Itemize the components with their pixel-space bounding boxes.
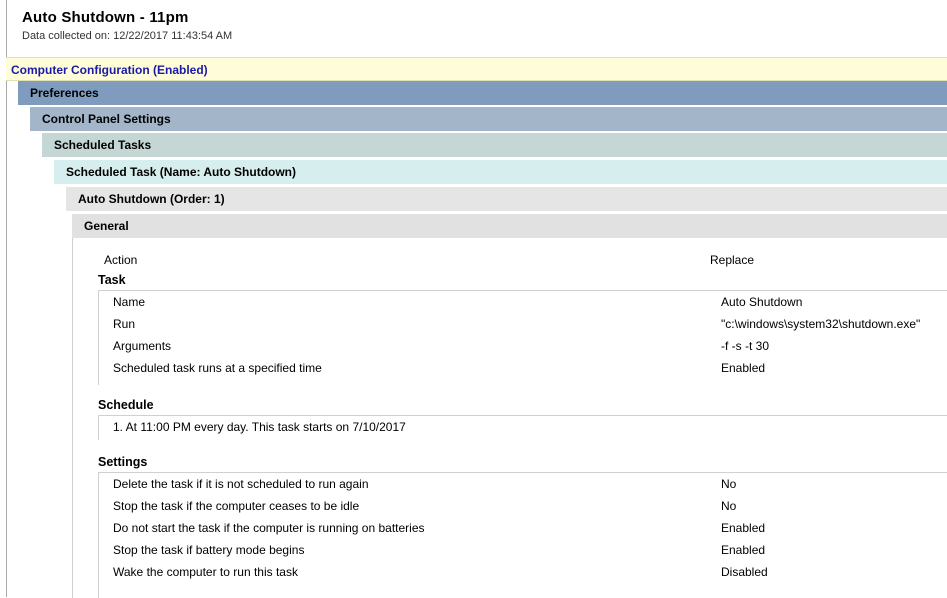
row-value: No — [721, 499, 737, 513]
row-value: "c:\windows\system32\shutdown.exe" — [721, 317, 921, 331]
task-table: Name Auto Shutdown Run "c:\windows\syste… — [98, 290, 947, 385]
row-value: Auto Shutdown — [721, 295, 803, 309]
settings-heading: Settings — [98, 455, 148, 469]
table-row: Stop the task if battery mode begins Ena… — [99, 539, 947, 561]
row-value: Enabled — [721, 361, 766, 375]
left-border — [6, 0, 7, 597]
row-label: Do not start the task if the computer is… — [113, 521, 425, 535]
row-label: Run — [113, 317, 136, 331]
table-row: Wake the computer to run this task Disab… — [99, 561, 947, 583]
row-label: Wake the computer to run this task — [113, 565, 298, 579]
row-label: Delete the task if it is not scheduled t… — [113, 477, 369, 491]
row-label: Stop the task if battery mode begins — [113, 543, 305, 557]
auto-shutdown-order-header[interactable]: Auto Shutdown (Order: 1) — [66, 187, 947, 211]
row-value: Enabled — [721, 543, 766, 557]
task-heading: Task — [98, 273, 126, 287]
schedule-heading: Schedule — [98, 398, 154, 412]
table-row: Stop the task if the computer ceases to … — [99, 495, 947, 517]
row-value: No — [721, 477, 737, 491]
general-header[interactable]: General — [72, 214, 947, 238]
table-row: Name Auto Shutdown — [99, 291, 947, 313]
scheduled-tasks-header[interactable]: Scheduled Tasks — [42, 133, 947, 157]
row-value: Disabled — [721, 565, 768, 579]
preferences-header[interactable]: Preferences — [18, 81, 947, 105]
report-title: Auto Shutdown - 11pm — [22, 9, 189, 26]
row-label: Scheduled task runs at a specified time — [113, 361, 322, 375]
table-row: 1. At 11:00 PM every day. This task star… — [99, 416, 947, 438]
table-row: Delete the task if it is not scheduled t… — [99, 473, 947, 495]
row-label: Name — [113, 295, 146, 309]
schedule-text: 1. At 11:00 PM every day. This task star… — [113, 420, 406, 434]
scheduled-task-header[interactable]: Scheduled Task (Name: Auto Shutdown) — [54, 160, 947, 184]
action-value: Replace — [710, 253, 755, 267]
table-row: Do not start the task if the computer is… — [99, 517, 947, 539]
row-value: -f -s -t 30 — [721, 339, 770, 353]
action-label: Action — [104, 253, 138, 267]
row-label: Stop the task if the computer ceases to … — [113, 499, 360, 513]
data-collected-timestamp: Data collected on: 12/22/2017 11:43:54 A… — [22, 30, 233, 42]
settings-table: Delete the task if it is not scheduled t… — [98, 472, 947, 598]
table-row: Scheduled task runs at a specified time … — [99, 357, 947, 379]
computer-configuration-header[interactable]: Computer Configuration (Enabled) — [6, 57, 947, 81]
report-header: Auto Shutdown - 11pm Data collected on: … — [22, 9, 232, 43]
control-panel-settings-header[interactable]: Control Panel Settings — [30, 107, 947, 131]
schedule-table: 1. At 11:00 PM every day. This task star… — [98, 415, 947, 440]
table-row: Run "c:\windows\system32\shutdown.exe" — [99, 313, 947, 335]
table-row: Arguments -f -s -t 30 — [99, 335, 947, 357]
row-value: Enabled — [721, 521, 766, 535]
row-label: Arguments — [113, 339, 172, 353]
